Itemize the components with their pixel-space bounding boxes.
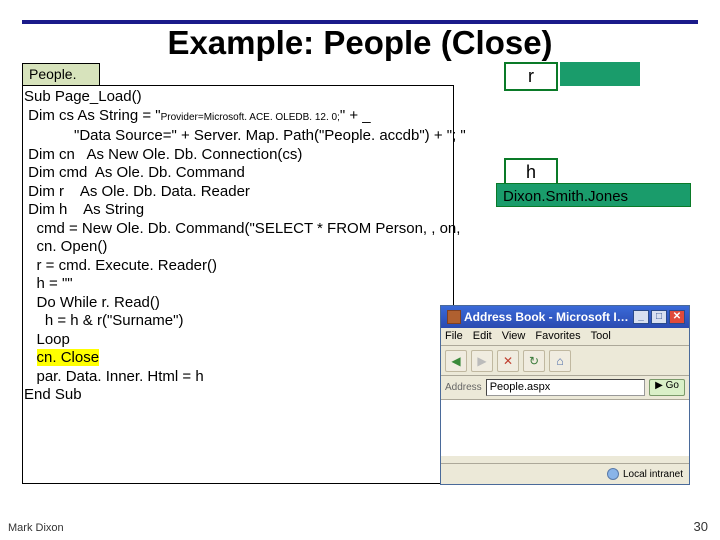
close-button[interactable]: ✕ xyxy=(669,310,685,324)
code-line: par. Data. Inner. Html = h xyxy=(24,368,204,385)
status-bar: Local intranet xyxy=(441,463,689,484)
code-line: Loop xyxy=(24,331,70,348)
code-line: Dim cmd As Ole. Db. Command xyxy=(24,164,245,181)
code-listing: Sub Page_Load() Dim cs As String = "Prov… xyxy=(24,88,494,405)
highlighted-close: cn. Close xyxy=(37,349,100,366)
maximize-button[interactable]: □ xyxy=(651,310,667,324)
status-text: Local intranet xyxy=(623,469,683,480)
address-bar: Address People.aspx ▶ Go xyxy=(441,376,689,400)
code-line: End Sub xyxy=(24,386,82,403)
code-line: "Data Source=" + Server. Map. Path("Peop… xyxy=(24,127,466,144)
code-line: Sub Page_Load() xyxy=(24,88,142,105)
var-r-box: r xyxy=(504,62,558,91)
menu-tools[interactable]: Tool xyxy=(591,330,611,343)
menu-file[interactable]: File xyxy=(445,330,463,343)
home-button[interactable]: ⌂ xyxy=(549,350,571,372)
stop-button[interactable]: ✕ xyxy=(497,350,519,372)
code-line: h = h & r("Surname") xyxy=(24,312,183,329)
var-h-value: Dixon.Smith.Jones xyxy=(496,183,691,207)
forward-button[interactable]: ▶ xyxy=(471,350,493,372)
page-title: Example: People (Close) xyxy=(0,24,720,62)
code-line: Dim r As Ole. Db. Data. Reader xyxy=(24,183,250,200)
code-line: " + _ xyxy=(340,107,371,124)
code-line: cmd = New Ole. Db. Command("SELECT * FRO… xyxy=(24,220,460,237)
window-title: Address Book - Microsoft I… xyxy=(464,310,629,324)
toolbar: ◀ ▶ ✕ ↻ ⌂ xyxy=(441,346,689,376)
footer-author: Mark Dixon xyxy=(8,522,64,534)
go-button[interactable]: ▶ Go xyxy=(649,379,685,396)
menu-bar: File Edit View Favorites Tool xyxy=(441,328,689,346)
code-line: Do While r. Read() xyxy=(24,294,160,311)
code-line: cn. Open() xyxy=(24,238,107,255)
zone-icon xyxy=(607,468,619,480)
menu-edit[interactable]: Edit xyxy=(473,330,492,343)
address-input[interactable]: People.aspx xyxy=(486,379,645,396)
code-line: Dim h As String xyxy=(24,201,144,218)
book-icon xyxy=(447,310,461,324)
menu-favorites[interactable]: Favorites xyxy=(535,330,580,343)
browser-titlebar: Address Book - Microsoft I… _ □ ✕ xyxy=(441,306,689,328)
code-line: Dim cs As String = " xyxy=(24,107,161,124)
menu-view[interactable]: View xyxy=(502,330,526,343)
code-provider: Provider=Microsoft. ACE. OLEDB. 12. 0; xyxy=(161,112,340,123)
code-line: h = "" xyxy=(24,275,73,292)
footer-page: 30 xyxy=(694,519,708,534)
code-line: r = cmd. Execute. Reader() xyxy=(24,257,217,274)
back-button[interactable]: ◀ xyxy=(445,350,467,372)
minimize-button[interactable]: _ xyxy=(633,310,649,324)
browser-window: Address Book - Microsoft I… _ □ ✕ File E… xyxy=(440,305,690,485)
code-line xyxy=(24,349,37,366)
var-r-value xyxy=(560,62,640,86)
code-line: Dim cn As New Ole. Db. Connection(cs) xyxy=(24,146,302,163)
address-label: Address xyxy=(445,382,482,393)
browser-body xyxy=(441,400,689,456)
refresh-button[interactable]: ↻ xyxy=(523,350,545,372)
